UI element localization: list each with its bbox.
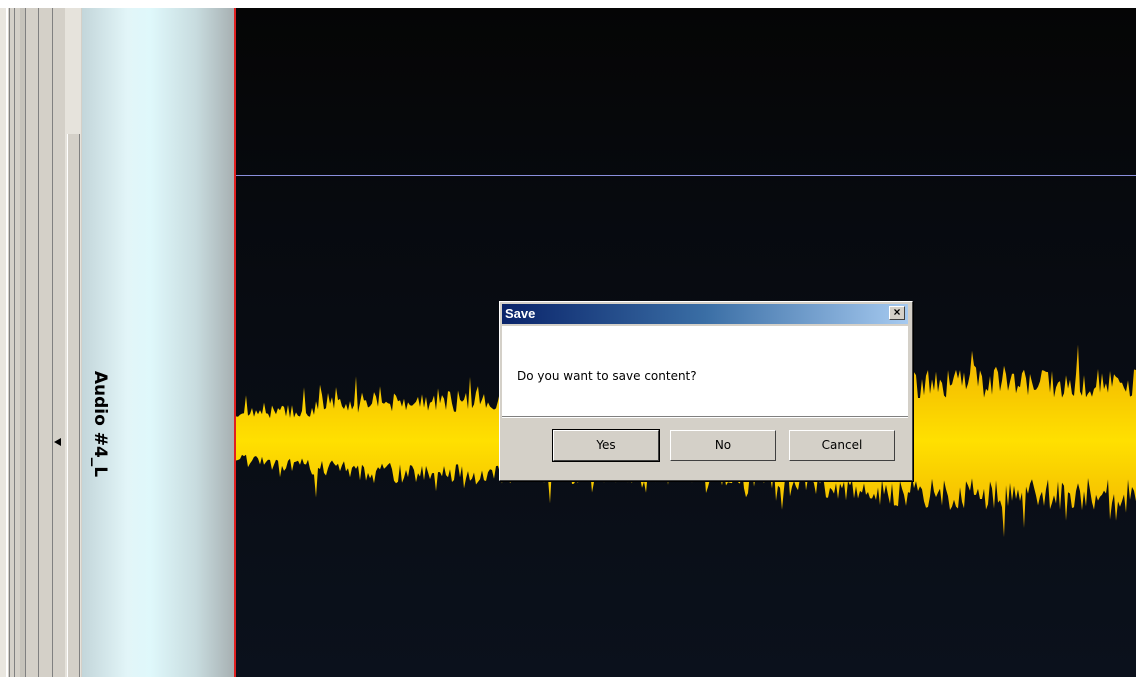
panel-strip [6, 8, 8, 677]
close-icon: × [893, 305, 901, 319]
close-button[interactable]: × [889, 306, 905, 320]
panel-strip [52, 8, 53, 677]
cancel-button[interactable]: Cancel [789, 430, 895, 461]
track-header[interactable] [82, 8, 234, 677]
scroll-thumb[interactable] [67, 134, 80, 677]
dialog-title: Save [505, 306, 536, 321]
track-marker-icon[interactable] [54, 438, 61, 446]
panel-strip [14, 8, 15, 677]
dialog-separator [502, 416, 908, 418]
panel-strip [25, 8, 26, 677]
dialog-message: Do you want to save content? [517, 369, 697, 383]
yes-button[interactable]: Yes [552, 429, 660, 462]
save-dialog: Save × Do you want to save content? Yes … [499, 301, 913, 481]
dialog-body: Do you want to save content? [502, 326, 908, 416]
left-panel-strips [0, 8, 82, 677]
panel-strip [38, 8, 39, 677]
no-button[interactable]: No [670, 430, 776, 461]
dialog-titlebar[interactable]: Save × [502, 304, 908, 324]
track-name-label: Audio #4_L [90, 370, 110, 478]
panel-strip [9, 8, 10, 677]
